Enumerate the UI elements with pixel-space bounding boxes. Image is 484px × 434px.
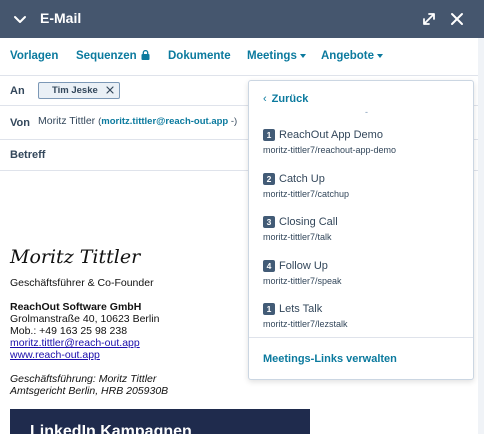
lock-icon [141, 49, 150, 63]
from-suffix: -) [228, 116, 238, 127]
documents-button[interactable]: Dokumente [168, 50, 231, 62]
meeting-link-item[interactable]: 2 Catch Up moritz-tittler7/catchup [263, 173, 463, 199]
meeting-name: Lets Talk [279, 303, 323, 315]
number-badge-icon: 2 [263, 173, 275, 185]
from-name: Moritz Tittler [38, 115, 96, 127]
sequences-button[interactable]: Sequenzen [76, 49, 150, 63]
caret-down-icon [377, 53, 384, 58]
from-address-wrapper: (moritz.tittler@reach-out.app -) [98, 116, 238, 127]
recipient-chip[interactable]: Tim Jeske [38, 82, 120, 99]
number-badge-icon: 1 [263, 129, 275, 141]
back-button[interactable]: ‹ Zurück [263, 93, 308, 105]
meeting-slug: moritz-tittler7/speak [263, 276, 342, 286]
signature-phone: Mob.: +49 163 25 98 238 [10, 325, 128, 337]
signature-role: Geschäftsführer & Co-Founder [10, 277, 154, 289]
meeting-slug: moritz-tittler7/lezstalk [263, 319, 348, 329]
meetings-dropdown: ‹ Zurück - 1 ReachOut App Demo moritz-titt… [248, 80, 474, 380]
to-label: An [10, 85, 25, 97]
meeting-slug: moritz-tittler7/catchup [263, 189, 350, 199]
number-badge-icon: 4 [263, 260, 275, 272]
number-badge-icon: 1 [263, 303, 275, 315]
meeting-slug: moritz-tittler7/talk [263, 232, 332, 242]
banner-text: LinkedIn Kampagnen [30, 423, 192, 434]
window-title: E-Mail [40, 10, 82, 26]
meeting-slug: moritz-tittler7/reachout-app-demo [263, 145, 397, 155]
remove-recipient-icon[interactable] [105, 85, 115, 95]
signature-company: ReachOut Software GmbH [10, 301, 142, 313]
meetings-label: Meetings [247, 50, 297, 62]
templates-button[interactable]: Vorlagen [10, 50, 58, 62]
subject-label: Betreff [10, 149, 46, 161]
chevron-left-icon: ‹ [263, 93, 267, 105]
toolbar-divider [0, 75, 478, 76]
sequences-label: Sequenzen [76, 50, 137, 62]
back-label: Zurück [271, 93, 309, 105]
meetings-button[interactable]: Meetings [247, 50, 306, 62]
recipient-name: Tim Jeske [52, 85, 98, 96]
signature-street: Grolmanstraße 40, 10623 Berlin [10, 313, 160, 325]
meeting-name: Follow Up [279, 260, 328, 272]
meeting-name: Closing Call [279, 216, 338, 228]
collapse-chevron-icon[interactable] [12, 11, 28, 27]
close-icon[interactable] [449, 11, 465, 27]
signature-website-link[interactable]: www.reach-out.app [10, 349, 100, 361]
meeting-link-item[interactable]: 1 Lets Talk moritz-tittler7/lezstalk [263, 303, 463, 329]
signature-banner-image[interactable]: LinkedIn Kampagnen [10, 409, 310, 434]
dropdown-divider [249, 337, 473, 338]
offers-button[interactable]: Angebote [321, 50, 384, 62]
offers-label: Angebote [321, 50, 375, 62]
meeting-link-item[interactable]: 1 ReachOut App Demo moritz-tittler7/reach… [263, 129, 463, 155]
email-header-bar: E-Mail [0, 0, 484, 38]
signature-name: Moritz Tittler [10, 246, 141, 268]
meeting-name: ReachOut App Demo [279, 129, 383, 141]
signature-court: Amtsgericht Berlin, HRB 205930B [10, 385, 169, 397]
menu-separator-text: - [365, 107, 368, 117]
from-label: Von [10, 117, 30, 129]
meeting-link-item[interactable]: 4 Follow Up moritz-tittler7/speak [263, 260, 463, 286]
meeting-link-item[interactable]: 3 Closing Call moritz-tittler7/talk [263, 216, 463, 242]
caret-down-icon [299, 53, 306, 58]
window-edge [478, 0, 484, 434]
signature-management: Geschäftsführung: Moritz Tittler [10, 373, 157, 385]
expand-icon[interactable] [421, 11, 437, 27]
manage-meeting-links-button[interactable]: Meetings-Links verwalten [263, 353, 397, 365]
number-badge-icon: 3 [263, 216, 275, 228]
signature-email-link[interactable]: moritz.tittler@reach-out.app [10, 337, 140, 349]
meeting-name: Catch Up [279, 173, 325, 185]
from-selector[interactable]: Moritz Tittler (moritz.tittler@reach-out… [38, 115, 237, 127]
from-address: moritz.tittler@reach-out.app [101, 116, 229, 127]
